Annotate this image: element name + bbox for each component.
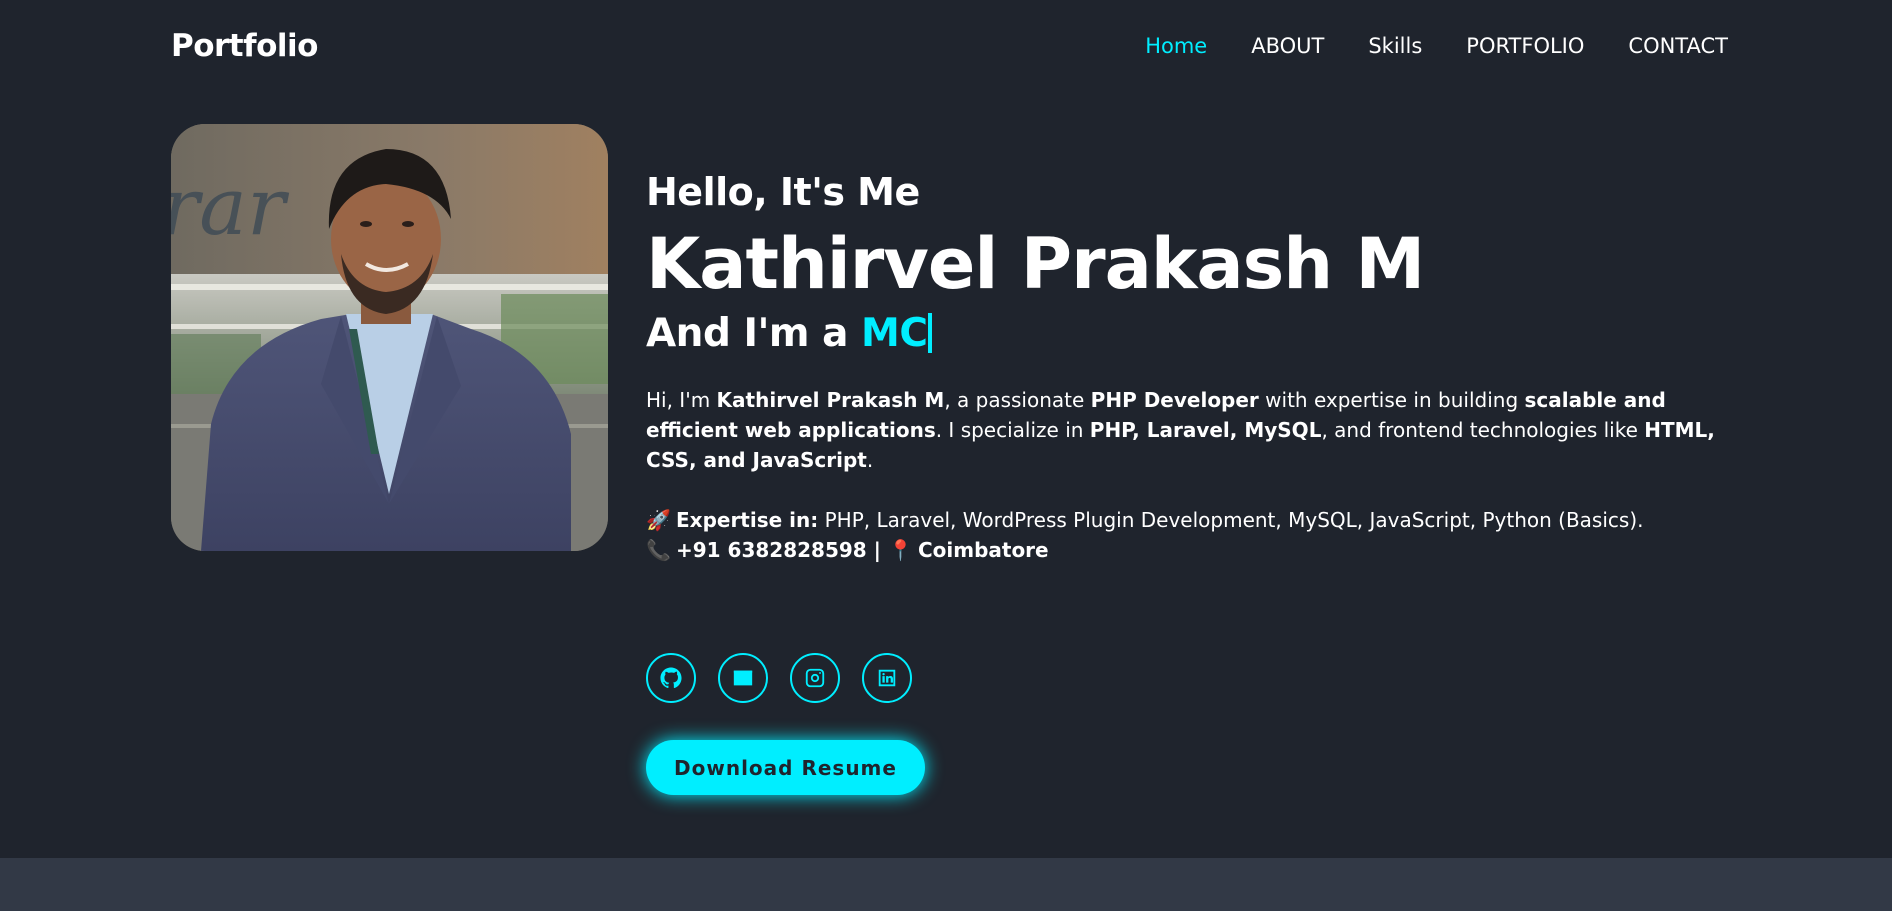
role-line: And I'm a MC [646,309,1746,359]
role-typed: MC [861,311,928,356]
rocket-icon: 🚀 [646,508,671,532]
bio-text-3: with expertise in building [1258,388,1525,412]
nav-home[interactable]: Home [1145,34,1207,58]
email-icon [733,670,753,686]
linkedin-link[interactable] [862,653,912,703]
next-section-strip [0,858,1892,911]
nav-about[interactable]: ABOUT [1251,34,1324,58]
bio-paragraph: Hi, I'm Kathirvel Prakash M, a passionat… [646,385,1726,475]
role-prefix: And I'm a [646,311,862,356]
contact-line: 📞 +91 6382828598 | 📍 Coimbatore [646,535,1746,565]
pin-icon: 📍 [887,538,913,562]
social-links [646,653,934,703]
nav-skills[interactable]: Skills [1368,34,1422,58]
hero-section: Hello, It's Me Kathirvel Prakash M And I… [646,166,1746,565]
site-header: Portfolio Home ABOUT Skills PORTFOLIO CO… [0,0,1892,95]
phone-number: +91 6382828598 [676,538,867,562]
phone-icon: 📞 [646,538,671,562]
main-nav: Home ABOUT Skills PORTFOLIO CONTACT [1101,34,1728,58]
typing-caret [928,313,933,353]
bio-bold-role: PHP Developer [1090,388,1259,412]
bio-text-5: , and frontend technologies like [1321,418,1645,442]
expertise-label: Expertise in: [676,508,819,532]
svg-text:rar: rar [171,160,290,253]
bio-text-2: , a passionate [944,388,1091,412]
nav-portfolio[interactable]: PORTFOLIO [1466,34,1584,58]
logo[interactable]: Portfolio [171,28,318,64]
github-icon [660,667,682,689]
bio-text-6: . [866,448,874,472]
expertise-value: PHP, Laravel, WordPress Plugin Developme… [818,508,1644,532]
email-link[interactable] [718,653,768,703]
bio-text-1: Hi, I'm [646,388,717,412]
bio-bold-stack: PHP, Laravel, MySQL [1089,418,1322,442]
bio-text-4: . I specialize in [935,418,1090,442]
bio-bold-name: Kathirvel Prakash M [716,388,945,412]
location: Coimbatore [917,538,1049,562]
linkedin-icon [878,669,896,687]
portfolio-page: Portfolio Home ABOUT Skills PORTFOLIO CO… [0,0,1892,911]
nav-contact[interactable]: CONTACT [1628,34,1728,58]
download-resume-button[interactable]: Download Resume [646,740,925,795]
github-link[interactable] [646,653,696,703]
instagram-icon [805,668,825,688]
expertise-line: 🚀 Expertise in: PHP, Laravel, WordPress P… [646,505,1746,535]
instagram-link[interactable] [790,653,840,703]
hero-name: Kathirvel Prakash M [646,223,1425,305]
greeting: Hello, It's Me [646,170,920,214]
profile-photo: rar [171,124,608,551]
separator: | [866,538,888,562]
